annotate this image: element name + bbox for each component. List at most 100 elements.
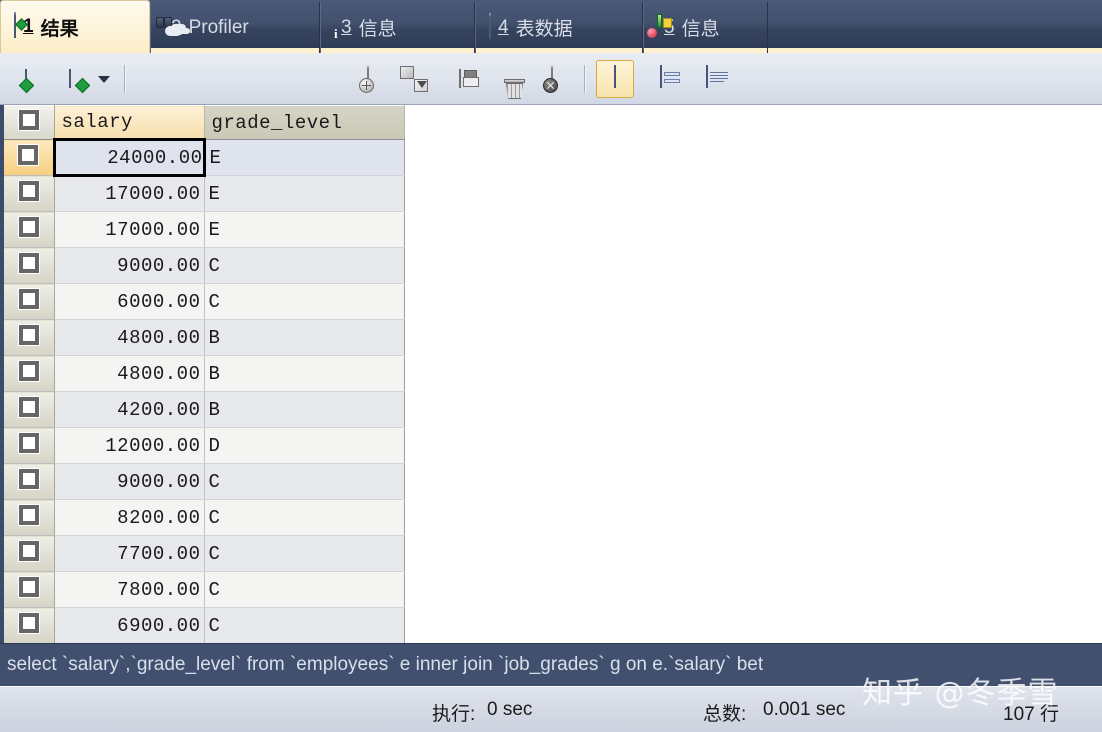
tab-profiler[interactable]: 2 Profiler [150,2,320,53]
row-selector-cell[interactable] [4,571,55,608]
cell-salary[interactable]: 9000.00 [54,463,205,500]
row-checkbox[interactable] [18,397,39,417]
tab-info-2[interactable]: 5 信息 [643,2,768,53]
grid-view-icon [614,65,616,88]
row-selector-cell[interactable] [4,175,55,212]
table-row[interactable]: 24000.00 E [4,138,405,177]
row-selector-cell[interactable] [4,427,55,464]
column-header-grade-level[interactable]: grade_level [203,105,405,140]
table-row[interactable]: 9000.00 C [4,247,405,284]
row-checkbox[interactable] [18,577,39,597]
cell-grade-level[interactable]: C [204,283,405,320]
row-checkbox[interactable] [18,217,39,237]
cell-grade-level[interactable]: E [204,211,405,248]
column-header-salary[interactable]: salary [53,105,205,140]
tab-table-data-number: 4 [498,16,509,38]
cell-grade-level[interactable]: E [204,175,405,212]
cell-salary[interactable]: 12000.00 [54,427,205,464]
table-data-icon [489,12,491,39]
row-checkbox[interactable] [18,613,39,633]
row-selector-cell[interactable] [4,211,55,248]
view-form-button[interactable] [642,60,680,98]
tab-result[interactable]: 1 结果 [0,0,150,53]
cell-grade-level[interactable]: C [204,463,405,500]
cell-grade-level[interactable]: C [204,571,405,608]
row-checkbox[interactable] [18,433,39,453]
export-dropdown-button[interactable] [92,60,116,98]
row-checkbox[interactable] [18,325,39,345]
cell-salary[interactable]: 4200.00 [54,391,205,428]
row-selector-cell[interactable] [4,391,55,428]
select-all-header[interactable] [4,105,55,140]
row-selector-cell[interactable] [4,499,55,536]
apply-changes-button[interactable] [440,60,480,98]
tab-result-label: 结果 [40,18,79,40]
cell-grade-level[interactable]: C [204,499,405,536]
cell-salary[interactable]: 6000.00 [54,283,205,320]
execution-time-value: 0 sec [487,699,533,720]
cell-salary[interactable]: 7700.00 [54,535,205,572]
row-selector-cell[interactable] [4,319,55,356]
cell-salary[interactable]: 24000.00 [52,138,206,177]
cell-salary[interactable]: 7800.00 [54,571,205,608]
row-selector-cell[interactable] [4,247,55,284]
cell-salary[interactable]: 4800.00 [54,355,205,392]
table-row[interactable]: 9000.00 C [4,463,405,500]
cell-salary[interactable]: 4800.00 [54,319,205,356]
cancel-changes-button[interactable] [532,60,572,98]
tab-info[interactable]: 3 信息 [320,2,475,53]
row-checkbox[interactable] [18,253,39,273]
cell-grade-level[interactable]: E [204,139,405,176]
row-checkbox[interactable] [18,289,39,309]
import-grid-icon [18,69,35,94]
cell-grade-level[interactable]: B [204,355,405,392]
cell-grade-level[interactable]: C [204,607,405,643]
export-wizard-button[interactable] [50,60,91,98]
cell-salary[interactable]: 17000.00 [54,211,205,248]
table-row[interactable]: 4800.00 B [4,319,405,356]
cell-grade-level[interactable]: D [204,427,405,464]
table-row[interactable]: 6900.00 C [4,607,405,643]
save-floppy-icon [459,69,461,88]
delete-record-button[interactable] [486,60,526,99]
cell-salary[interactable]: 8200.00 [54,499,205,536]
row-checkbox[interactable] [18,541,39,561]
cell-salary[interactable]: 17000.00 [54,175,205,212]
sql-preview-bar: select `salary`,`grade_level` from `empl… [0,643,1102,686]
cell-salary[interactable]: 9000.00 [54,247,205,284]
row-checkbox[interactable] [18,505,39,525]
row-selector-cell[interactable] [4,139,55,176]
table-row[interactable]: 12000.00 D [4,427,405,464]
cell-salary[interactable]: 6900.00 [54,607,205,643]
cell-grade-level[interactable]: B [204,391,405,428]
row-selector-cell[interactable] [4,355,55,392]
row-checkbox[interactable] [18,181,39,201]
table-row[interactable]: 4800.00 B [4,355,405,392]
revert-changes-button[interactable] [394,60,434,98]
result-grid[interactable]: salary grade_level 24000.00 E 17000.00 E 170… [0,105,1102,643]
view-grid-button[interactable] [596,60,634,98]
table-row[interactable]: 4200.00 B [4,391,405,428]
table-row[interactable]: 7800.00 C [4,571,405,608]
sql-statement-text: select `salary`,`grade_level` from `empl… [7,654,764,675]
add-record-button[interactable] [348,60,388,98]
row-selector-cell[interactable] [4,463,55,500]
table-row[interactable]: 6000.00 C [4,283,405,320]
table-row[interactable]: 17000.00 E [4,211,405,248]
table-row[interactable]: 7700.00 C [4,535,405,572]
table-row[interactable]: 17000.00 E [4,175,405,212]
import-wizard-button[interactable] [6,60,46,98]
row-selector-cell[interactable] [4,283,55,320]
select-all-checkbox[interactable] [18,109,39,130]
cell-grade-level[interactable]: B [204,319,405,356]
row-selector-cell[interactable] [4,607,55,643]
table-row[interactable]: 8200.00 C [4,499,405,536]
row-selector-cell[interactable] [4,535,55,572]
cell-grade-level[interactable]: C [204,247,405,284]
row-checkbox[interactable] [18,145,39,165]
view-text-button[interactable] [688,60,728,98]
row-checkbox[interactable] [18,361,39,381]
cell-grade-level[interactable]: C [204,535,405,572]
tab-table-data[interactable]: 4 表数据 [475,2,643,53]
row-checkbox[interactable] [18,469,39,489]
